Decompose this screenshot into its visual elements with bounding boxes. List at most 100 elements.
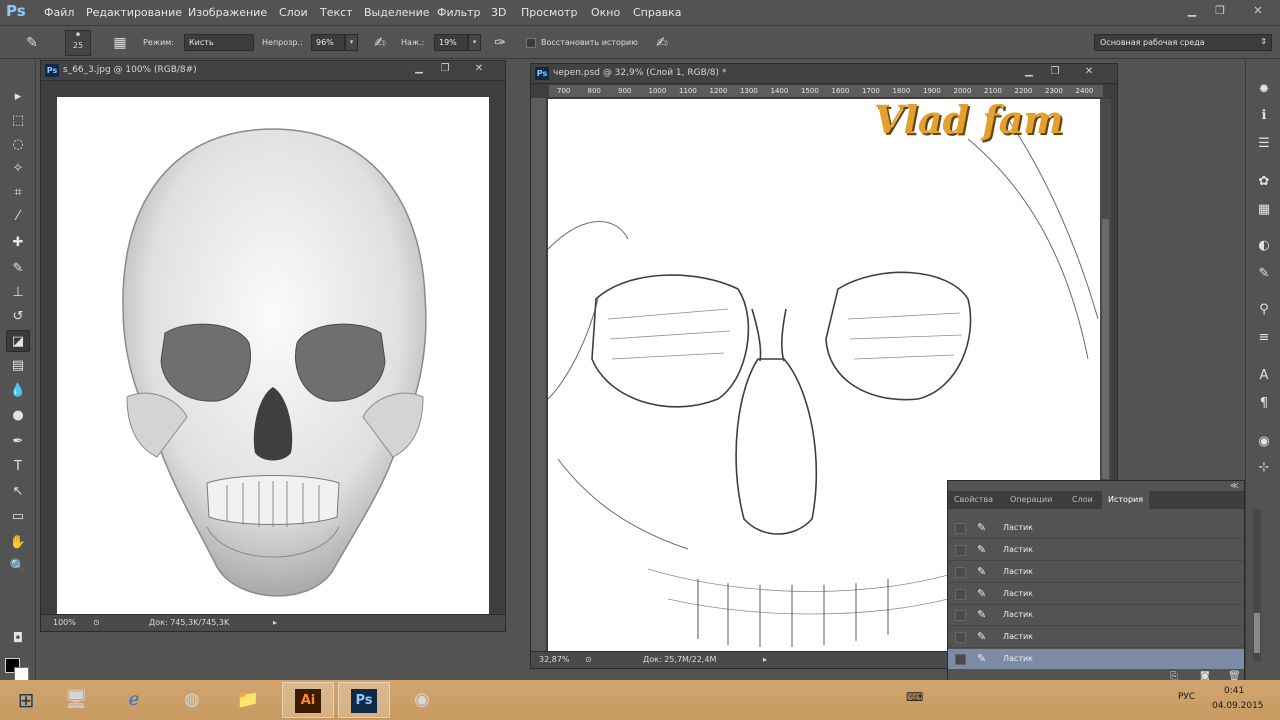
restore-history-checkbox[interactable] xyxy=(526,38,536,48)
document-title-bar[interactable]: Ps череп.psd @ 32,9% (Слой 1, RGB/8) * ▁… xyxy=(531,64,1117,84)
menu-help[interactable]: Справка xyxy=(633,6,681,19)
tab-properties[interactable]: Свойства xyxy=(954,491,993,509)
zoom-tool-icon[interactable]: 🔍 xyxy=(6,556,30,578)
info-icon[interactable]: ℹ xyxy=(1254,106,1274,126)
history-item-selected[interactable]: ✎ Ластик xyxy=(948,649,1244,669)
snapshot-checkbox[interactable] xyxy=(955,567,966,578)
explorer-icon[interactable]: 🖥 xyxy=(50,682,102,718)
menu-edit[interactable]: Редактирование xyxy=(86,6,182,19)
settings-icon[interactable]: ✹ xyxy=(1254,80,1274,100)
photoshop-icon[interactable]: Ps xyxy=(338,682,390,718)
menu-view[interactable]: Просмотр xyxy=(521,6,577,19)
paragraph-icon[interactable]: ¶ xyxy=(1254,394,1274,414)
status-icon[interactable]: ⊙ xyxy=(93,618,100,627)
scrollbar-thumb[interactable] xyxy=(1254,613,1260,653)
tab-actions[interactable]: Операции xyxy=(1010,491,1052,509)
menu-filter[interactable]: Фильтр xyxy=(437,6,481,19)
doc-minimize-icon[interactable]: ▁ xyxy=(1019,66,1039,80)
close-icon[interactable]: ✕ xyxy=(1250,4,1266,18)
timeline-icon[interactable]: ⊹ xyxy=(1254,458,1274,478)
horizontal-ruler[interactable]: 700 800 900 1000 1100 1200 1300 1400 1500 1600 170… xyxy=(549,85,1103,98)
menu-type[interactable]: Текст xyxy=(320,6,353,19)
history-item[interactable]: ✎ Ластик xyxy=(948,518,1244,539)
snapshot-checkbox[interactable] xyxy=(955,589,966,600)
reference-canvas[interactable] xyxy=(57,97,489,615)
path-select-tool-icon[interactable]: ↖ xyxy=(6,481,30,503)
swatches-icon[interactable]: ▦ xyxy=(1254,200,1274,220)
brush-panel-icon[interactable]: ▦ xyxy=(110,33,130,53)
workspace-select[interactable]: Основная рабочая среда ⇕ xyxy=(1094,34,1272,51)
doc-close-icon[interactable]: ✕ xyxy=(469,63,489,77)
document-title-bar[interactable]: Ps s_66_3.jpg @ 100% (RGB/8#) ▁ ❐ ✕ xyxy=(41,61,505,81)
eraser-preset-icon[interactable]: ✎ xyxy=(22,33,42,53)
marquee-tool-icon[interactable]: ⬚ xyxy=(6,110,30,132)
healing-tool-icon[interactable]: ✚ xyxy=(6,232,30,254)
folder-icon[interactable]: 📁 xyxy=(222,682,274,718)
history-item[interactable]: ✎ Ластик xyxy=(948,627,1244,648)
snapshot-checkbox[interactable] xyxy=(955,545,966,556)
pressure-input[interactable]: 19% xyxy=(434,34,468,51)
eraser-tool-icon[interactable]: ◪ xyxy=(6,330,30,352)
tab-layers[interactable]: Слои xyxy=(1072,491,1093,509)
menu-image[interactable]: Изображение xyxy=(188,6,267,19)
keyboard-icon[interactable]: ⌨ xyxy=(906,690,923,704)
airbrush-icon[interactable]: ✑ xyxy=(490,33,510,53)
zoom-level[interactable]: 100% xyxy=(53,618,76,627)
history-item[interactable]: ✎ Ластик xyxy=(948,562,1244,583)
stamp-tool-icon[interactable]: ⊥ xyxy=(6,282,30,304)
lasso-tool-icon[interactable]: ◌ xyxy=(6,134,30,156)
dodge-tool-icon[interactable]: ● xyxy=(6,405,30,427)
doc-minimize-icon[interactable]: ▁ xyxy=(409,63,429,77)
obs-icon[interactable]: ◉ xyxy=(396,682,448,718)
illustrator-icon[interactable]: Ai xyxy=(282,682,334,718)
clock-date[interactable]: 04.09.2015 xyxy=(1212,701,1264,711)
color-wheel-icon[interactable]: ✿ xyxy=(1254,172,1274,192)
character-icon[interactable]: A xyxy=(1254,366,1274,386)
zoom-level[interactable]: 32,87% xyxy=(539,655,570,664)
menu-file[interactable]: Файл xyxy=(44,6,74,19)
brush-preset-icon[interactable]: ✎ xyxy=(1254,264,1274,284)
minimize-icon[interactable]: ▁ xyxy=(1184,4,1200,18)
snapshot-checkbox[interactable] xyxy=(955,632,966,643)
pressure-opacity-icon[interactable]: ✍ xyxy=(370,33,390,53)
status-arrow-icon[interactable]: ▸ xyxy=(273,618,277,627)
brush-preset-picker[interactable]: • 25 xyxy=(65,28,91,56)
eyedropper-tool-icon[interactable]: ⁄ xyxy=(6,206,30,228)
mode-select[interactable]: Кисть xyxy=(184,34,254,51)
doc-close-icon[interactable]: ✕ xyxy=(1079,66,1099,80)
clock-time[interactable]: 0:41 xyxy=(1224,686,1244,696)
restore-icon[interactable]: ❐ xyxy=(1212,4,1228,18)
vertical-ruler[interactable] xyxy=(531,98,547,654)
history-scrollbar[interactable] xyxy=(1253,509,1261,661)
3d-icon[interactable]: ◉ xyxy=(1254,432,1274,452)
opacity-input[interactable]: 96% xyxy=(311,34,345,51)
menu-layers[interactable]: Слои xyxy=(279,6,308,19)
snapshot-checkbox[interactable] xyxy=(955,523,966,534)
language-indicator[interactable]: РУС xyxy=(1178,692,1195,702)
opacity-dropdown[interactable]: ▾ xyxy=(345,34,358,51)
snapshot-checkbox[interactable] xyxy=(955,654,966,665)
doc-restore-icon[interactable]: ❐ xyxy=(435,63,455,77)
quick-select-tool-icon[interactable]: ✧ xyxy=(6,158,30,180)
type-tool-icon[interactable]: T xyxy=(6,456,30,478)
chrome-icon[interactable]: ◍ xyxy=(166,682,218,718)
status-icon[interactable]: ⊙ xyxy=(585,655,592,664)
crop-tool-icon[interactable]: ⌗ xyxy=(6,182,30,204)
menu-window[interactable]: Окно xyxy=(591,6,620,19)
quick-mask-icon[interactable]: ◘ xyxy=(6,628,30,650)
menu-lines-icon[interactable]: ☰ xyxy=(1254,134,1274,154)
blur-tool-icon[interactable]: 💧 xyxy=(6,380,30,402)
brush-tool-icon[interactable]: ✎ xyxy=(6,258,30,280)
pressure-dropdown[interactable]: ▾ xyxy=(468,34,481,51)
shape-tool-icon[interactable]: ▭ xyxy=(6,506,30,528)
status-arrow-icon[interactable]: ▸ xyxy=(763,655,767,664)
internet-explorer-icon[interactable]: ℯ xyxy=(108,682,160,718)
doc-restore-icon[interactable]: ❐ xyxy=(1045,66,1065,80)
windows-start-icon[interactable]: ⊞ xyxy=(0,682,52,718)
history-brush-tool-icon[interactable]: ↺ xyxy=(6,306,30,328)
move-tool-icon[interactable]: ▸ xyxy=(6,86,30,108)
hand-tool-icon[interactable]: ✋ xyxy=(6,532,30,554)
adjustments-icon[interactable]: ◐ xyxy=(1254,236,1274,256)
clone-source-icon[interactable]: ⚲ xyxy=(1254,300,1274,320)
history-item[interactable]: ✎ Ластик xyxy=(948,605,1244,626)
